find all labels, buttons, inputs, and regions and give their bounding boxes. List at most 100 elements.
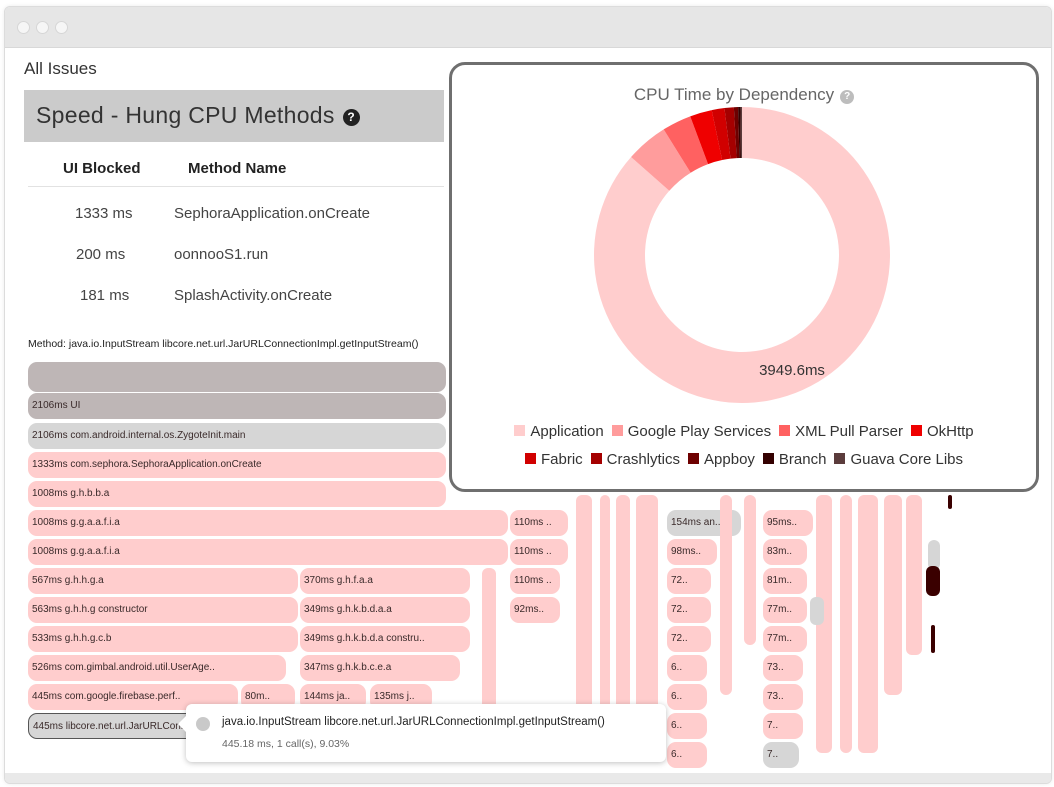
window-bottom-bar <box>5 773 1051 783</box>
column-header-method-name[interactable]: Method Name <box>188 160 286 177</box>
section-title: Speed - Hung CPU Methods? <box>36 102 360 129</box>
flame-row-ggaafia-2[interactable]: 1008ms g.g.a.a.f.i.a <box>28 539 508 565</box>
tooltip-color-icon <box>196 717 210 731</box>
flame-row-zygote[interactable]: 2106ms com.android.internal.os.ZygoteIni… <box>28 423 446 449</box>
flame-block[interactable]: 110ms .. <box>510 568 560 594</box>
flame-sliver[interactable] <box>858 495 878 753</box>
flame-sliver[interactable] <box>906 495 922 655</box>
flame-block[interactable]: 72.. <box>667 568 711 594</box>
flame-row-ghhgcb[interactable]: 533ms g.h.h.g.c.b <box>28 626 298 652</box>
cpu-donut-chart: 3949.6ms <box>594 107 891 403</box>
row-3-blocked: 181 ms <box>80 287 130 304</box>
selected-method-label: Method: java.io.InputStream libcore.net.… <box>28 338 419 350</box>
tooltip-title: java.io.InputStream libcore.net.url.JarU… <box>222 716 605 728</box>
legend-swatch <box>524 453 536 464</box>
legend-swatch <box>762 453 774 464</box>
legend-item-guava-core-libs[interactable]: Guava Core Libs <box>834 451 963 468</box>
flame-block[interactable]: 73.. <box>763 684 803 710</box>
flame-row-ghhga[interactable]: 567ms g.h.h.g.a <box>28 568 298 594</box>
row-1-method[interactable]: SephoraApplication.onCreate <box>174 205 370 222</box>
donut-value-label: 3949.6ms <box>759 362 825 379</box>
legend-item-appboy[interactable]: Appboy <box>688 451 755 468</box>
tooltip-arrow <box>178 716 186 732</box>
legend-item-okhttp[interactable]: OkHttp <box>910 423 974 440</box>
legend-swatch <box>779 425 791 436</box>
window-close-dot[interactable] <box>17 21 30 34</box>
flame-block[interactable]: 83m.. <box>763 539 807 565</box>
legend-swatch <box>590 453 602 464</box>
flame-block[interactable]: 72.. <box>667 626 711 652</box>
legend-item-crashlytics[interactable]: Crashlytics <box>590 451 681 468</box>
legend-swatch <box>611 425 623 436</box>
legend-label: Appboy <box>704 451 755 468</box>
window-titlebar <box>5 7 1051 48</box>
row-2-method[interactable]: oonnooS1.run <box>174 246 268 263</box>
legend-item-google-play-services[interactable]: Google Play Services <box>611 423 772 440</box>
flame-block[interactable]: 7.. <box>763 713 803 739</box>
window-zoom-dot[interactable] <box>55 21 68 34</box>
flame-sliver[interactable] <box>926 566 940 596</box>
legend-label: XML Pull Parser <box>795 423 903 440</box>
flame-block[interactable]: 81m.. <box>763 568 807 594</box>
flame-block[interactable]: 6.. <box>667 713 707 739</box>
tooltip-detail: 445.18 ms, 1 call(s), 9.03% <box>222 738 350 750</box>
chart-legend-row-1: Application Google Play Services XML Pull … <box>452 423 1036 440</box>
window-minimize-dot[interactable] <box>36 21 49 34</box>
flame-block[interactable]: 347ms g.h.k.b.c.e.a <box>300 655 460 681</box>
legend-item-application[interactable]: Application <box>514 423 604 440</box>
flame-sliver[interactable] <box>720 495 732 695</box>
flame-row-sephora-oncreate[interactable]: 1333ms com.sephora.SephoraApplication.on… <box>28 452 446 478</box>
legend-label: Crashlytics <box>606 451 681 468</box>
method-tooltip: java.io.InputStream libcore.net.url.JarU… <box>178 704 666 762</box>
flame-row-ghbba[interactable]: 1008ms g.h.b.b.a <box>28 481 446 507</box>
flame-sliver[interactable] <box>840 495 852 753</box>
flame-sliver[interactable] <box>948 495 952 509</box>
legend-swatch <box>514 425 526 436</box>
flame-block[interactable]: 73.. <box>763 655 803 681</box>
row-1-blocked: 1333 ms <box>75 205 133 222</box>
header-divider <box>28 186 444 187</box>
legend-item-branch[interactable]: Branch <box>762 451 827 468</box>
legend-swatch <box>834 453 846 464</box>
flame-row-gimbal[interactable]: 526ms com.gimbal.android.util.UserAge.. <box>28 655 286 681</box>
section-title-text: Speed - Hung CPU Methods <box>36 102 335 128</box>
flame-block[interactable]: 92ms.. <box>510 597 560 623</box>
flame-root-bar[interactable] <box>28 362 446 392</box>
flame-block[interactable]: 349ms g.h.k.b.d.a constru.. <box>300 626 470 652</box>
legend-label: Guava Core Libs <box>850 451 963 468</box>
flame-block[interactable]: 370ms g.h.f.a.a <box>300 568 470 594</box>
flame-sliver[interactable] <box>884 495 902 695</box>
flame-block[interactable]: 98ms.. <box>667 539 717 565</box>
flame-block[interactable]: 6.. <box>667 684 707 710</box>
flame-block[interactable]: 110ms .. <box>510 510 568 536</box>
flame-block[interactable]: 349ms g.h.k.b.d.a.a <box>300 597 470 623</box>
legend-label: Branch <box>778 451 827 468</box>
flame-row-ghhg-constructor[interactable]: 563ms g.h.h.g constructor <box>28 597 298 623</box>
flame-sliver[interactable] <box>931 625 935 653</box>
help-icon[interactable]: ? <box>342 109 360 126</box>
legend-item-fabric[interactable]: Fabric <box>524 451 583 468</box>
row-2-blocked: 200 ms <box>76 246 126 263</box>
flame-block[interactable]: 95ms.. <box>763 510 813 536</box>
section-header: Speed - Hung CPU Methods? <box>24 90 444 142</box>
cpu-time-chart-card: CPU Time by Dependency? 3949.6ms Applica… <box>449 62 1039 492</box>
flame-block[interactable]: 6.. <box>667 742 707 768</box>
flame-sliver[interactable] <box>744 495 756 645</box>
legend-label: Google Play Services <box>627 423 772 440</box>
all-issues-link[interactable]: All Issues <box>24 59 97 79</box>
flame-row-ggaafia-1[interactable]: 1008ms g.g.a.a.f.i.a <box>28 510 508 536</box>
flame-block[interactable]: 77m.. <box>763 597 807 623</box>
legend-item-xml-pull-parser[interactable]: XML Pull Parser <box>779 423 903 440</box>
chart-legend-row-2: Fabric Crashlytics Appboy Branch Guava Core … <box>452 451 1036 468</box>
flame-block[interactable]: 77m.. <box>763 626 807 652</box>
flame-sliver[interactable] <box>810 597 824 625</box>
flame-block[interactable]: 7.. <box>763 742 799 768</box>
legend-label: OkHttp <box>926 423 974 440</box>
flame-block[interactable]: 110ms .. <box>510 539 568 565</box>
flame-block[interactable]: 6.. <box>667 655 707 681</box>
row-3-method[interactable]: SplashActivity.onCreate <box>174 287 332 304</box>
column-header-ui-blocked[interactable]: UI Blocked <box>63 160 141 177</box>
flame-row-ui[interactable]: 2106ms UI <box>28 393 446 419</box>
legend-swatch <box>910 425 922 436</box>
flame-block[interactable]: 72.. <box>667 597 711 623</box>
